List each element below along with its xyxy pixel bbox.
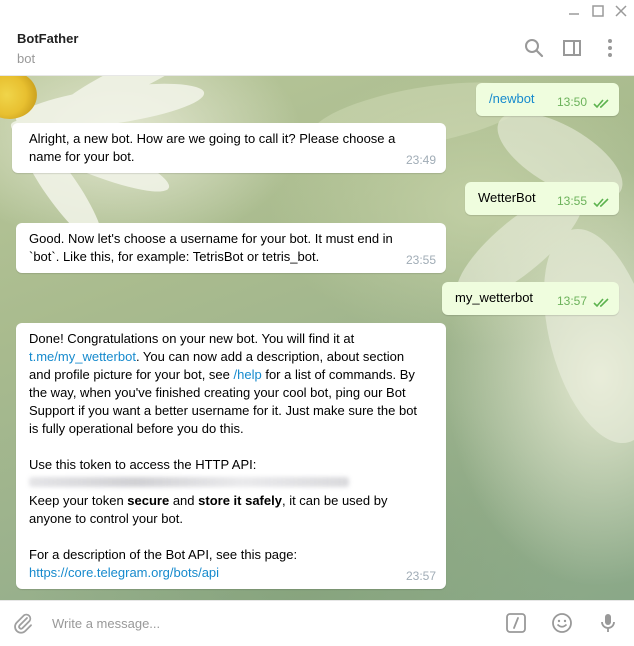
message-line: anyone to control your bot.	[29, 511, 183, 526]
bold-text: secure	[127, 493, 170, 508]
double-check-icon	[593, 198, 609, 208]
message-line: Good. Now let's choose a username for yo…	[29, 231, 393, 246]
close-icon[interactable]	[613, 3, 629, 19]
message-command[interactable]: /newbot	[489, 90, 535, 108]
message-text: . You can now add a description, about s…	[135, 349, 405, 364]
message-composer	[0, 600, 634, 646]
incoming-message[interactable]: Done! Congratulations on your new bot. Y…	[16, 323, 446, 589]
message-text: my_wetterbot	[455, 290, 534, 305]
message-time: 23:57	[405, 569, 436, 583]
minimize-icon[interactable]	[566, 3, 582, 19]
emoji-icon[interactable]	[551, 612, 573, 634]
outgoing-message[interactable]: /newbot 13:50	[476, 83, 619, 116]
message-time: 13:57	[556, 294, 587, 308]
microphone-icon[interactable]	[597, 612, 619, 634]
bold-text: store it safely	[198, 493, 282, 508]
incoming-message[interactable]: Alright, a new bot. How are we going to …	[12, 123, 446, 173]
help-command-link[interactable]: /help	[234, 367, 262, 382]
message-line: Use this token to access the HTTP API:	[29, 457, 257, 472]
telegram-window: BotFather bot /newbot 13:50 Alright, a n…	[0, 0, 634, 646]
maximize-icon[interactable]	[590, 3, 606, 19]
side-panel-icon[interactable]	[561, 37, 583, 59]
double-check-icon	[593, 99, 609, 109]
message-line: name for your bot.	[29, 149, 135, 164]
message-text: for a list of commands. By	[261, 367, 415, 382]
api-docs-link[interactable]: https://core.telegram.org/bots/api	[29, 565, 219, 580]
message-line: `bot`. Like this, for example: TetrisBot…	[29, 249, 320, 264]
search-icon[interactable]	[523, 37, 545, 59]
double-check-icon	[593, 298, 609, 308]
message-line: Done! Congratulations on your new bot. Y…	[29, 331, 355, 346]
incoming-message[interactable]: Good. Now let's choose a username for yo…	[16, 223, 446, 273]
message-time: 13:55	[556, 194, 587, 208]
message-text: , it can be used by	[281, 493, 388, 508]
message-line: t.me/my_wetterbot. You can now add a des…	[29, 348, 433, 366]
message-line: is fully operational before you do this.	[29, 421, 244, 436]
chat-name[interactable]: BotFather	[17, 31, 78, 46]
more-vertical-icon[interactable]	[599, 37, 621, 59]
message-text: and profile picture for your bot, see	[29, 367, 234, 382]
message-line: the way, when you've finished creating y…	[29, 385, 406, 400]
bot-command-icon[interactable]	[505, 612, 527, 634]
outgoing-message[interactable]: WetterBot 13:55	[465, 182, 619, 215]
message-input[interactable]	[46, 612, 498, 634]
message-line: Support if you want a better username fo…	[29, 403, 418, 418]
message-time: 13:50	[556, 95, 587, 109]
message-text: and	[169, 493, 199, 508]
chat-history[interactable]: /newbot 13:50 Alright, a new bot. How ar…	[0, 76, 634, 600]
window-titlebar	[0, 0, 634, 22]
attach-icon[interactable]	[12, 612, 34, 634]
chat-status: bot	[17, 51, 36, 66]
message-line: https://core.telegram.org/bots/api	[29, 564, 433, 582]
message-time: 23:55	[405, 253, 436, 267]
message-line: Keep your token secure and store it safe…	[29, 492, 433, 510]
message-text: WetterBot	[478, 190, 536, 205]
message-time: 23:49	[405, 153, 436, 167]
chat-header[interactable]: BotFather bot	[0, 22, 634, 76]
message-line: For a description of the Bot API, see th…	[29, 547, 298, 562]
message-line: Alright, a new bot. How are we going to …	[29, 131, 396, 146]
message-line: and profile picture for your bot, see /h…	[29, 366, 433, 384]
message-text: Keep your token	[29, 493, 128, 508]
bot-link[interactable]: t.me/my_wetterbot	[29, 349, 136, 364]
outgoing-message[interactable]: my_wetterbot 13:57	[442, 282, 619, 315]
blurred-token	[29, 477, 349, 487]
